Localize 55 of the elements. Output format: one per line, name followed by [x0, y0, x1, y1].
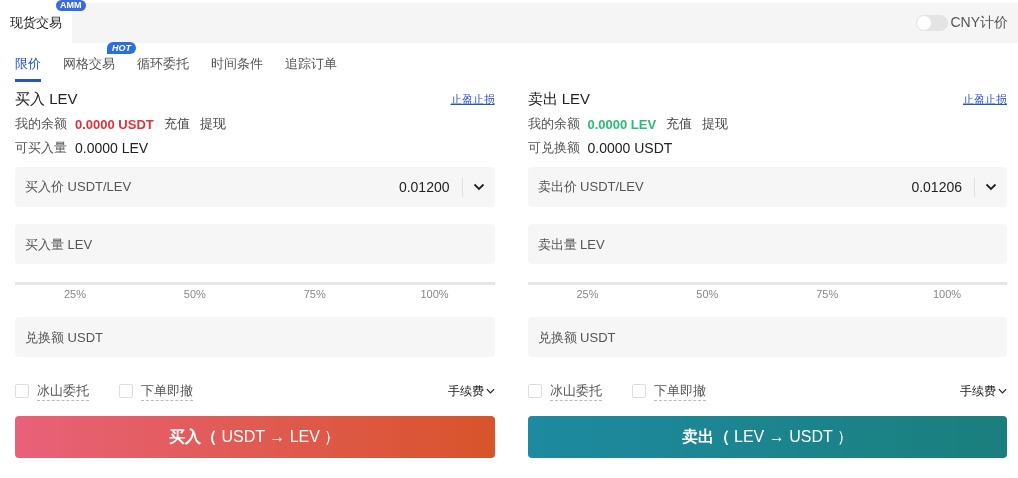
deposit-link[interactable]: 充值 [666, 115, 693, 133]
fee-dropdown[interactable]: 手续费 [960, 382, 1007, 400]
stop-loss-link[interactable]: 止盈止损 [450, 91, 495, 107]
order-type-tab[interactable]: 追踪订单 [285, 53, 337, 82]
amount-field[interactable]: 买入量 LEV [15, 224, 495, 264]
panel-title: 买入 LEV [15, 89, 78, 109]
balance-label: 我的余额 [527, 115, 580, 133]
hot-badge: HOT [107, 42, 136, 54]
order-type-tab[interactable]: 限价 [15, 53, 41, 82]
submit-button[interactable]: 买入（ USDT → LEV ） [15, 416, 495, 458]
checkbox-label[interactable]: 下单即撤 [141, 381, 193, 401]
checkbox[interactable] [631, 384, 646, 398]
percent-label[interactable]: 25% [576, 288, 599, 300]
chevron-down-icon[interactable] [998, 388, 1007, 394]
available-value: 0.0000 LEV [75, 140, 149, 156]
balance-value: 0.0000 USDT [75, 116, 154, 132]
percent-label[interactable]: 75% [816, 288, 839, 300]
withdraw-link[interactable]: 提现 [199, 115, 226, 133]
available-label: 可兑换额 [527, 139, 580, 157]
toggle-switch[interactable] [916, 15, 949, 31]
checkbox-label[interactable]: 下单即撤 [653, 381, 706, 401]
checkbox[interactable] [527, 384, 542, 398]
price-field[interactable]: 卖出价 USDT/LEV 0.01206 [527, 167, 1007, 207]
withdraw-link[interactable]: 提现 [702, 115, 729, 133]
balance-value: 0.0000 LEV [587, 116, 657, 132]
total-field[interactable]: 兑换额 USDT [527, 317, 1007, 357]
order-type-tab[interactable]: 网格交易 [63, 53, 115, 82]
chevron-down-icon[interactable] [472, 183, 485, 191]
deposit-link[interactable]: 充值 [163, 115, 190, 133]
percent-label[interactable]: 50% [696, 288, 719, 300]
submit-button[interactable]: 卖出（ LEV → USDT ） [527, 416, 1007, 458]
percent-label[interactable]: 25% [63, 288, 86, 300]
percent-label[interactable]: 50% [183, 288, 206, 300]
chevron-down-icon[interactable] [985, 183, 997, 191]
fee-dropdown[interactable]: 手续费 [447, 382, 495, 400]
checkbox[interactable] [15, 384, 29, 398]
percent-label[interactable]: 100% [420, 288, 449, 300]
balance-label: 我的余额 [15, 115, 67, 133]
stop-loss-link[interactable]: 止盈止损 [963, 91, 1007, 107]
panel-title: 卖出 LEV [527, 89, 591, 109]
order-type-tab[interactable]: 时间条件 [211, 53, 263, 82]
amm-badge: AMM [56, 0, 86, 11]
checkbox-label[interactable]: 冰山委托 [37, 381, 89, 401]
checkbox-label[interactable]: 冰山委托 [549, 381, 602, 401]
toggle-label: CNY计价 [950, 14, 1008, 32]
checkbox[interactable] [119, 384, 133, 398]
chevron-down-icon[interactable] [485, 388, 495, 394]
order-type-tab[interactable]: 循环委托 [137, 53, 189, 82]
percent-label[interactable]: 75% [303, 288, 326, 300]
percent-label[interactable]: 100% [933, 288, 962, 300]
available-value: 0.0000 USDT [587, 140, 673, 156]
available-label: 可买入量 [15, 139, 67, 157]
amount-field[interactable]: 卖出量 LEV [527, 224, 1007, 264]
price-field[interactable]: 买入价 USDT/LEV 0.01200 [15, 167, 495, 207]
total-field[interactable]: 兑换额 USDT [15, 317, 495, 357]
